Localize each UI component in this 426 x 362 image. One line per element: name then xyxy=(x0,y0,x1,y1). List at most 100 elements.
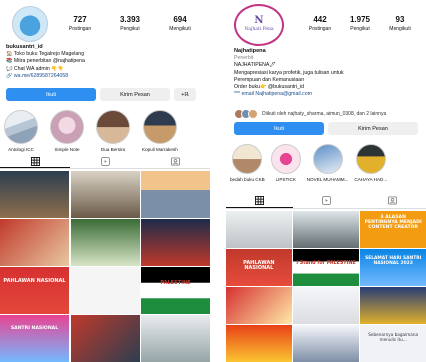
bio-link[interactable]: 🔗 wa.me/6289587264058 xyxy=(6,73,206,80)
post-thumbnail[interactable] xyxy=(226,287,292,324)
post-thumbnail[interactable]: Sebenarnya bagaimana menulis itu... xyxy=(360,325,426,362)
posts-grid: PAHLAWAN NASIONAL PALESTINE SANTRI NASIO… xyxy=(0,171,210,362)
tab-tagged[interactable] xyxy=(359,193,426,208)
stat-label: Mengikuti xyxy=(169,26,191,32)
post-thumbnail[interactable] xyxy=(226,211,292,248)
profile-panel-left: 727 Postingan 3.393 Pengikut 694 Mengiku… xyxy=(0,0,210,362)
highlight-cover xyxy=(4,110,38,144)
profile-avatar[interactable] xyxy=(12,6,48,42)
highlight-cover xyxy=(312,144,343,174)
highlight-item[interactable]: NOVEL MUHAMM... xyxy=(307,144,348,182)
highlight-label: LIPSTICK xyxy=(275,177,296,182)
follow-button[interactable]: Ikuti xyxy=(234,122,324,135)
highlight-item[interactable]: LIPSTICK xyxy=(270,144,301,182)
story-highlights: Antologi ICC Simple Note Dua Bersira Kop… xyxy=(4,110,178,152)
post-thumbnail[interactable] xyxy=(70,219,140,266)
brand-logo: N Najhati Pena xyxy=(244,15,274,33)
profile-name: Najhatipena xyxy=(234,48,266,54)
profile-tabs xyxy=(0,155,210,169)
add-person-icon[interactable]: +ℝ xyxy=(174,88,196,101)
message-button[interactable]: Kirim Pesan xyxy=(328,122,418,135)
post-thumbnail[interactable] xyxy=(70,267,140,314)
profile-stats: 442 Postingan 1.975 Pengikut 93 Mengikut… xyxy=(300,15,420,32)
highlight-item[interactable]: Antologi ICC xyxy=(4,110,38,152)
post-caption: PAHLAWAN NASIONAL xyxy=(243,260,275,272)
post-thumbnail[interactable]: PAHLAWAN NASIONAL xyxy=(226,249,292,286)
highlight-label: Antologi ICC xyxy=(8,147,34,152)
tab-reels[interactable] xyxy=(70,155,140,168)
profile-panel-right: N Najhati Pena 442 Postingan 1.975 Pengi… xyxy=(226,0,426,362)
post-thumbnail[interactable] xyxy=(293,287,359,324)
bio-line[interactable]: Order buku👉 @bukusantri_id xyxy=(234,84,424,91)
highlight-cover xyxy=(50,110,84,144)
stat-label: Postingan xyxy=(308,26,332,32)
stat-value: 442 xyxy=(313,15,327,24)
post-thumbnail[interactable]: SANTRI NASIONAL xyxy=(0,315,69,362)
post-caption: SELAMAT HARI SANTRI NASIONAL 2023 xyxy=(365,256,422,266)
highlight-cover xyxy=(270,144,301,174)
post-thumbnail[interactable] xyxy=(293,325,359,362)
stat-value: 727 xyxy=(73,15,87,24)
stat-followers[interactable]: 3.393 Pengikut xyxy=(105,15,155,32)
stat-posts[interactable]: 442 Postingan xyxy=(300,15,340,32)
stat-value: 93 xyxy=(395,15,405,24)
tab-posts[interactable] xyxy=(226,193,293,208)
tab-tagged[interactable] xyxy=(140,155,210,168)
highlight-item[interactable]: CAHAYA HAD... xyxy=(354,144,387,182)
stat-following[interactable]: 694 Mengikuti xyxy=(155,15,205,32)
post-thumbnail[interactable]: PAHLAWAN NASIONAL xyxy=(0,267,69,314)
action-buttons: Ikuti Kirim Pesan xyxy=(234,122,418,135)
bio-line: Perempuan dan Kemanusiaan xyxy=(234,76,305,83)
tagged-icon xyxy=(388,196,398,205)
tab-posts[interactable] xyxy=(0,155,70,168)
highlight-label: bedah buku CKB xyxy=(230,177,265,182)
avatar xyxy=(248,109,258,119)
message-button[interactable]: Kirim Pesan xyxy=(100,88,170,101)
post-thumbnail[interactable] xyxy=(141,315,210,362)
follower-avatars xyxy=(234,109,258,119)
post-thumbnail[interactable] xyxy=(226,325,292,362)
highlight-cover xyxy=(232,144,263,174)
highlight-cover xyxy=(355,144,386,174)
bio-email[interactable]: *** email Najhatipena@gmail.com xyxy=(234,91,424,98)
post-thumbnail[interactable] xyxy=(0,219,69,266)
action-buttons: Ikuti Kirim Pesan +ℝ xyxy=(6,88,196,101)
bio-line: 💬 Chat WA admin 👇👇 xyxy=(6,65,65,72)
post-thumbnail[interactable] xyxy=(0,171,69,218)
post-thumbnail[interactable] xyxy=(293,211,359,248)
highlight-item[interactable]: Simple Note xyxy=(50,110,84,152)
highlight-item[interactable]: Dua Bersira xyxy=(96,110,130,152)
reels-icon xyxy=(321,196,331,205)
post-thumbnail[interactable] xyxy=(70,171,140,218)
reels-icon xyxy=(100,157,110,166)
post-thumbnail[interactable]: 3 ALASAN PENTINGNYA MENJADI CONTENT CREA… xyxy=(360,211,426,248)
followed-by[interactable]: Diikuti oleh najhaty_sharma, aimun_0308,… xyxy=(234,109,386,119)
tab-reels[interactable] xyxy=(293,193,360,208)
follow-button[interactable]: Ikuti xyxy=(6,88,96,101)
highlight-item[interactable]: bedah buku CKB xyxy=(230,144,265,182)
post-thumbnail[interactable]: PALESTINE xyxy=(141,267,210,314)
logo-text: Najhati Pena xyxy=(244,27,274,32)
post-thumbnail[interactable] xyxy=(360,287,426,324)
highlight-label: Simple Note xyxy=(54,147,80,152)
post-caption: Sebenarnya bagaimana menulis itu... xyxy=(368,332,419,342)
profile-avatar[interactable]: N Najhati Pena xyxy=(234,4,284,46)
post-thumbnail[interactable] xyxy=(70,315,140,362)
posts-grid: 3 ALASAN PENTINGNYA MENJADI CONTENT CREA… xyxy=(226,211,426,362)
post-thumbnail[interactable] xyxy=(141,171,210,218)
stat-followers[interactable]: 1.975 Pengikut xyxy=(340,15,380,32)
stat-label: Postingan xyxy=(68,26,92,32)
post-caption: PALESTINE xyxy=(160,280,191,287)
tagged-icon xyxy=(170,157,180,166)
post-thumbnail[interactable] xyxy=(141,219,210,266)
post-thumbnail[interactable]: I Stand for PALESTINE xyxy=(293,249,359,286)
post-caption: I Stand for PALESTINE xyxy=(296,261,356,267)
stat-following[interactable]: 93 Mengikuti xyxy=(380,15,420,32)
bio-line: NAJHATIPENA🖊 xyxy=(234,62,276,69)
bio-line[interactable]: 📚 Mitra penerbitan @najhatipena xyxy=(6,58,206,65)
stat-posts[interactable]: 727 Postingan xyxy=(55,15,105,32)
highlight-item[interactable]: Kopuli Marrakesh xyxy=(142,110,178,152)
post-thumbnail[interactable]: SELAMAT HARI SANTRI NASIONAL 2023 xyxy=(360,249,426,286)
story-highlights: bedah buku CKB LIPSTICK NOVEL MUHAMM... … xyxy=(230,144,387,182)
grid-icon xyxy=(254,195,264,205)
